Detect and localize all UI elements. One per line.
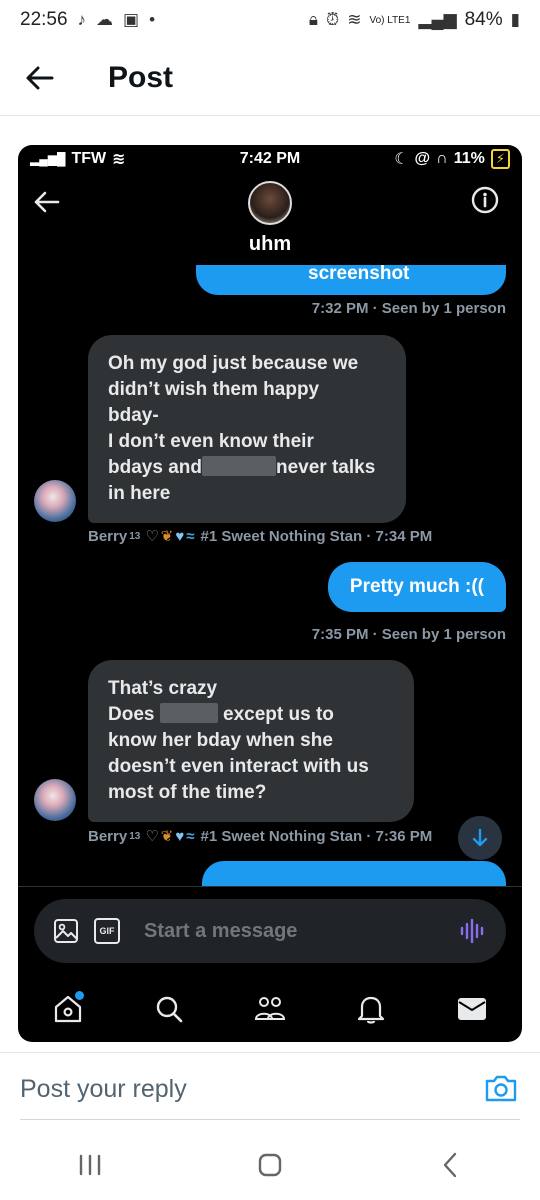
gif-button[interactable]: GIF [94,918,120,944]
heart-outline-icon: ♡ [145,528,159,545]
system-time: 22:56 [20,9,68,30]
message-bubble-sent[interactable]: Pretty much :(( [327,562,506,612]
signal-icon: ▂▄▆ [418,10,457,29]
cloud-icon: ☁ [96,10,114,29]
embedded-screenshot: ▂▄▆█ TFW ≋ 7:42 PM ☾ @ ∩ 11% ⚡ uhm scree… [18,145,522,1042]
home-button-icon [258,1153,282,1177]
messages-icon [457,998,486,1020]
home-button[interactable] [240,1140,300,1190]
page-title: Post [108,60,174,94]
camera-icon[interactable] [484,1073,518,1103]
network-label: Vo) LTE1 [369,14,411,26]
chat-header: uhm [18,173,522,265]
tab-home[interactable] [46,987,90,1031]
avatar[interactable] [34,779,76,821]
inner-time: 7:42 PM [239,150,301,167]
scroll-down-icon [472,828,488,847]
tab-search[interactable] [147,987,191,1031]
leaf-icon: ❦ [160,828,174,845]
message-composer: GIF [34,899,506,963]
wave-icon: ≈ [186,527,195,545]
sender-line: Berry 13 ♡ ❦ ♥ ≈ #1 Sweet Nothing Stan ·… [88,527,433,546]
composer-area: GIF [18,886,522,966]
reply-input[interactable]: Post your reply [20,1075,187,1104]
scroll-down-button[interactable] [458,816,502,860]
gif-icon: GIF [99,926,115,936]
message-meta: 7:32 PM · Seen by 1 person [311,300,506,317]
battery-icon: ▮ [510,10,520,29]
inner-status-bar: ▂▄▆█ TFW ≋ 7:42 PM ☾ @ ∩ 11% ⚡ [18,145,522,173]
avatar[interactable] [248,181,292,225]
avatar[interactable] [34,480,76,522]
facebook-icon: ▣ [123,10,140,29]
back-arrow-icon[interactable] [32,187,62,217]
search-icon [156,996,183,1023]
message-input[interactable] [144,919,458,943]
tab-messages[interactable] [450,987,494,1031]
chat-name[interactable]: uhm [18,233,522,256]
message-bubble-received[interactable]: Oh my god just because we didn’t wish th… [88,335,406,523]
tab-notifications[interactable] [349,987,393,1031]
alarm-icon: ⏰︎ [325,10,340,29]
image-button[interactable] [52,917,80,945]
back-button[interactable] [0,40,80,116]
leaf-icon: ❦ [160,528,174,545]
system-status-bar: 22:56 ♪ ☁ ▣ • 🔒︎ ⏰︎ ≋ Vo) LTE1 ▂▄▆ 84% ▮ [0,0,540,40]
tiktok-icon: ♪ [77,10,87,29]
sender-line: Berry 13 ♡ ❦ ♥ ≈ #1 Sweet Nothing Stan ·… [88,827,433,846]
message-meta: 7:35 PM · Seen by 1 person [311,626,506,643]
wifi-icon: ≋ [347,10,362,29]
recent-apps-button[interactable] [60,1140,120,1190]
back-chevron-icon [443,1152,457,1178]
notifications-icon [357,996,384,1024]
message-bubble-received[interactable]: That’s crazy Does except us to know her … [88,660,414,822]
android-nav-bar [0,1130,540,1200]
redaction-bar [159,703,218,723]
communities-icon [254,997,285,1020]
tab-communities[interactable] [248,987,292,1031]
heart-outline-icon: ♡ [145,828,159,845]
reply-bar: Post your reply [0,1052,540,1122]
back-nav-button[interactable] [420,1140,480,1190]
image-icon [54,919,78,943]
dot-icon: • [149,10,156,29]
recent-apps-icon [79,1154,101,1176]
wave-icon: ≈ [186,827,195,845]
voice-icon[interactable] [458,916,488,946]
redaction-bar [201,456,276,476]
blue-heart-icon: ♥ [175,527,185,545]
battery-percent: 84% [464,9,503,30]
divider [20,1119,520,1120]
back-arrow-icon [26,66,54,89]
blue-heart-icon: ♥ [175,827,185,845]
lock-icon: 🔒︎ [308,10,318,29]
tab-bar [18,976,522,1042]
outer-header: Post [0,40,540,116]
info-icon[interactable] [470,185,500,215]
